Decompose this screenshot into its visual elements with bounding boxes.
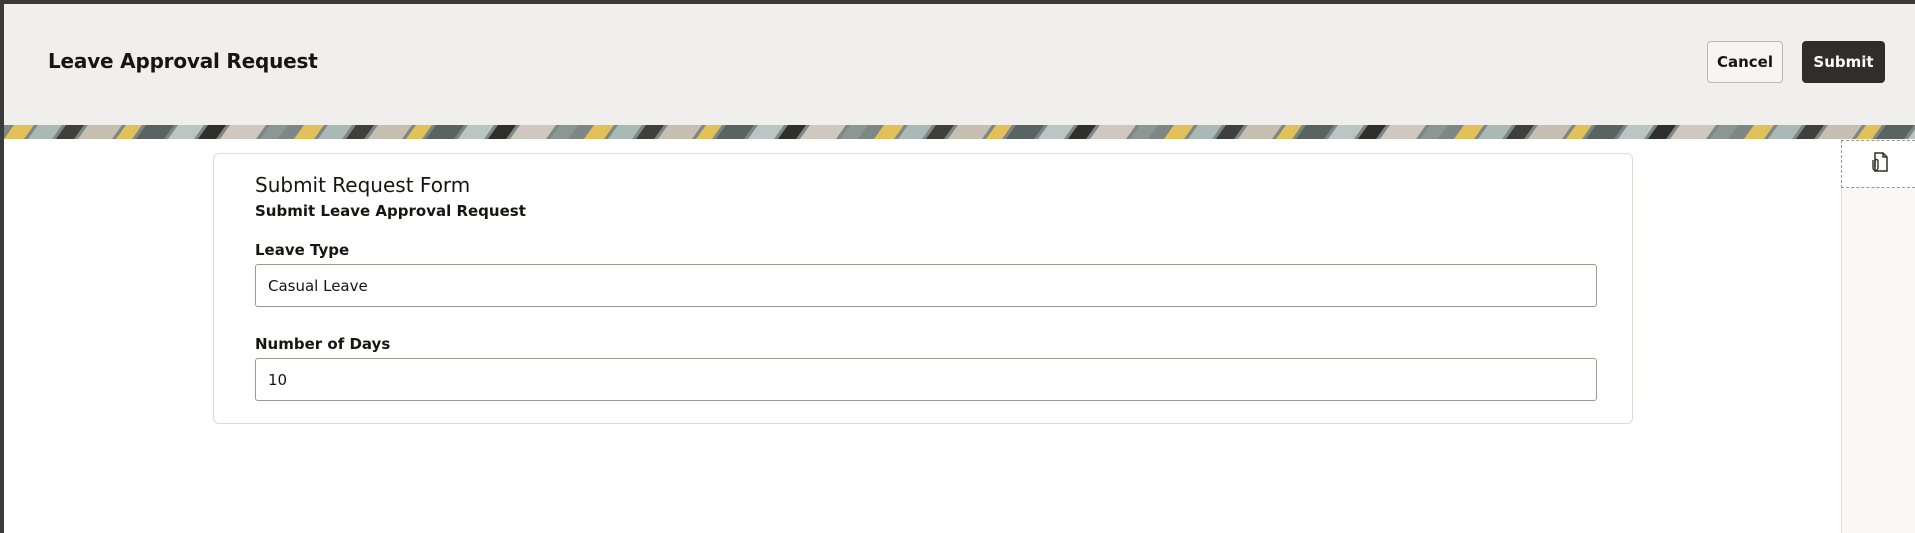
leave-type-label: Leave Type (255, 241, 350, 259)
submit-button[interactable]: Submit (1802, 41, 1885, 83)
form-title: Submit Request Form (255, 173, 471, 197)
decorative-banner (4, 125, 1915, 139)
attachment-document-icon (1868, 151, 1890, 177)
page-title: Leave Approval Request (48, 49, 318, 73)
page-header: Leave Approval Request Cancel Submit (4, 4, 1915, 125)
leave-type-input[interactable] (255, 264, 1597, 307)
form-subtitle: Submit Leave Approval Request (255, 202, 526, 220)
app-window: Leave Approval Request Cancel Submit Sub… (4, 4, 1915, 533)
side-rail (1841, 139, 1915, 533)
attachments-tab[interactable] (1841, 140, 1915, 188)
number-of-days-input[interactable] (255, 358, 1597, 401)
number-of-days-label: Number of Days (255, 335, 391, 353)
request-form-card: Submit Request Form Submit Leave Approva… (213, 153, 1633, 424)
cancel-button[interactable]: Cancel (1707, 41, 1783, 83)
